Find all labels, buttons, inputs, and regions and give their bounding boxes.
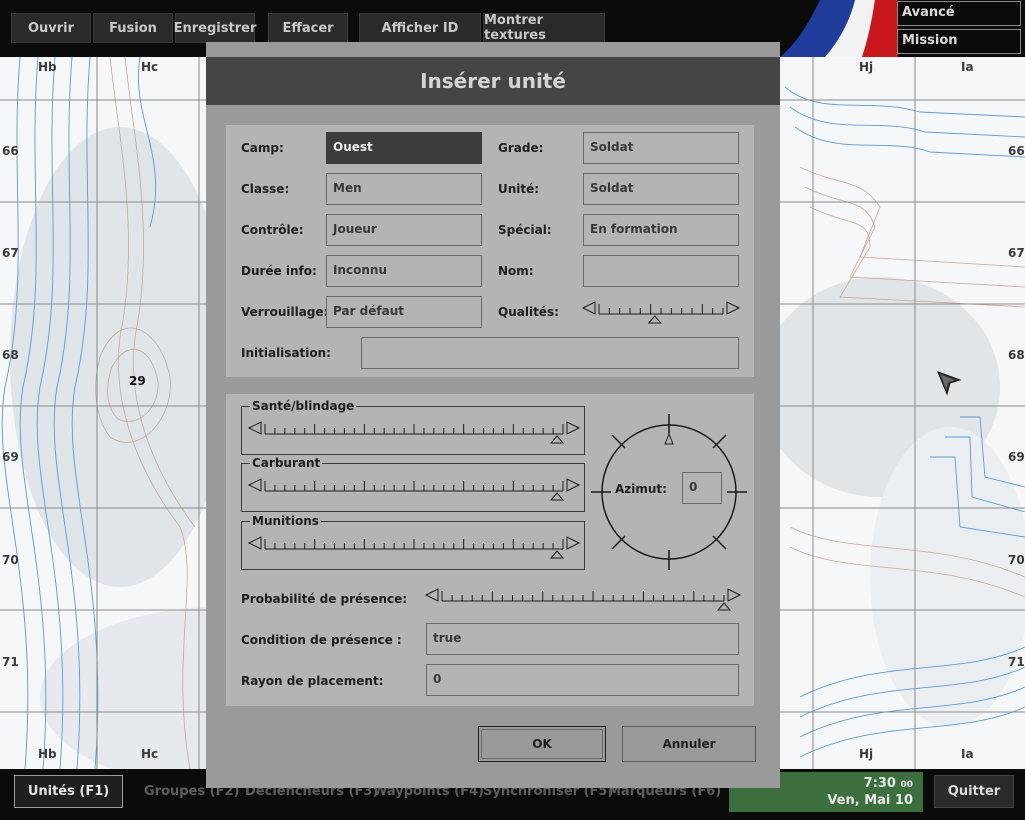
insert-unit-dialog: Insérer unité Camp: Ouest Classe: Men Co… (206, 42, 780, 788)
class-select[interactable]: Men (326, 173, 482, 205)
map-row-label: 67 (2, 246, 19, 260)
unit-state-panel: Santé/blindage Carburant Munitions Azimu… (226, 394, 754, 706)
azimuth-compass[interactable] (589, 412, 749, 572)
name-label: Nom: (498, 264, 534, 278)
slider-thumb (549, 550, 565, 559)
quit-button[interactable]: Quitter (934, 775, 1014, 808)
map-row-label: 71 (1008, 655, 1025, 669)
ok-button[interactable]: OK (478, 726, 606, 762)
clear-button[interactable]: Effacer (268, 13, 348, 43)
fuel-label: Carburant (250, 456, 323, 470)
lock-select[interactable]: Par défaut (326, 296, 482, 328)
special-select[interactable]: En formation (583, 214, 739, 246)
rank-label: Grade: (498, 141, 544, 155)
control-label: Contrôle: (241, 223, 304, 237)
map-row-label: 69 (1008, 450, 1025, 464)
map-row-label: 67 (1008, 246, 1025, 260)
slider-right-arrow-icon (727, 588, 742, 602)
ammo-label: Munitions (250, 514, 321, 528)
map-row-label: 70 (2, 553, 19, 567)
health-slider[interactable] (247, 417, 581, 447)
map-column-label: Hc (141, 747, 159, 761)
map-column-label: Hb (38, 747, 57, 761)
slider-left-arrow-icon (247, 478, 262, 492)
clock-time: 7:30 (863, 776, 896, 791)
control-select[interactable]: Joueur (326, 214, 482, 246)
show-id-button[interactable]: Afficher ID (359, 13, 481, 43)
map-row-label: 66 (2, 144, 19, 158)
flag-icon (780, 0, 898, 57)
clock-date: Ven, Mai 10 (827, 793, 913, 808)
slider-right-arrow-icon (726, 301, 741, 315)
map-row-label: 70 (1008, 553, 1025, 567)
slider-left-arrow-icon (247, 421, 262, 435)
slider-thumb (647, 315, 662, 324)
rank-select[interactable]: Soldat (583, 132, 739, 164)
special-label: Spécial: (498, 223, 552, 237)
open-button[interactable]: Ouvrir (11, 13, 91, 43)
name-input[interactable] (583, 255, 739, 287)
skill-slider[interactable] (581, 297, 741, 327)
clock-seconds: 00 (900, 780, 913, 790)
map-column-label: Hj (859, 60, 874, 74)
mode-mission-button[interactable]: Mission (897, 29, 1021, 54)
side-select[interactable]: Ouest (326, 132, 482, 164)
init-label: Initialisation: (241, 346, 331, 360)
ammo-group: Munitions (241, 514, 585, 570)
map-row-label: 69 (2, 450, 19, 464)
map-column-label: Hc (141, 60, 159, 74)
slider-thumb (716, 602, 732, 611)
fuel-group: Carburant (241, 456, 585, 512)
azimuth-label: Azimut: (615, 482, 667, 496)
slider-left-arrow-icon (247, 536, 262, 550)
slider-right-arrow-icon (566, 421, 581, 435)
map-row-label: 68 (2, 348, 19, 362)
presence-condition-input[interactable]: true (426, 623, 739, 655)
map-column-label: Ia (961, 747, 974, 761)
lock-label: Verrouillage: (241, 305, 329, 319)
map-row-label: 66 (1008, 144, 1025, 158)
map-row-label: 71 (2, 655, 19, 669)
map-row-label: 68 (1008, 348, 1025, 362)
unit-properties-panel: Camp: Ouest Classe: Men Contrôle: Joueur… (226, 125, 754, 377)
cancel-button[interactable]: Annuler (622, 726, 756, 762)
health-label: Santé/blindage (250, 399, 357, 413)
slider-thumb (549, 435, 565, 444)
dialog-title: Insérer unité (206, 57, 780, 105)
info-age-select[interactable]: Inconnu (326, 255, 482, 287)
placement-radius-input[interactable]: 0 (426, 664, 739, 696)
arrow-cursor-icon (937, 371, 962, 396)
info-age-label: Durée info: (241, 264, 317, 278)
side-label: Camp: (241, 141, 284, 155)
slider-right-arrow-icon (566, 536, 581, 550)
map-column-label: Hj (859, 747, 874, 761)
class-label: Classe: (241, 182, 290, 196)
mode-advanced-button[interactable]: Avancé (897, 1, 1021, 26)
unit-select[interactable]: Soldat (583, 173, 739, 205)
azimuth-input[interactable]: 0 (682, 472, 722, 504)
merge-button[interactable]: Fusion (93, 13, 173, 43)
elevation-label: 29 (129, 374, 146, 388)
unit-label: Unité: (498, 182, 540, 196)
ammo-slider[interactable] (247, 532, 581, 562)
skill-label: Qualités: (498, 305, 559, 319)
map-column-label: Hb (38, 60, 57, 74)
slider-left-arrow-icon (424, 588, 439, 602)
health-group: Santé/blindage (241, 399, 585, 455)
presence-probability-slider[interactable] (424, 584, 742, 614)
units-tab[interactable]: Unités (F1) (14, 775, 123, 808)
presence-probability-label: Probabilité de présence: (241, 592, 408, 606)
fuel-slider[interactable] (247, 474, 581, 504)
slider-thumb (549, 492, 565, 501)
init-input[interactable] (361, 337, 739, 369)
save-button[interactable]: Enregistrer (174, 13, 256, 43)
presence-condition-label: Condition de présence : (241, 633, 402, 647)
placement-radius-label: Rayon de placement: (241, 674, 384, 688)
slider-right-arrow-icon (566, 478, 581, 492)
show-textures-button[interactable]: Montrer textures (483, 13, 605, 43)
map-column-label: Ia (961, 60, 974, 74)
slider-left-arrow-icon (581, 301, 596, 315)
